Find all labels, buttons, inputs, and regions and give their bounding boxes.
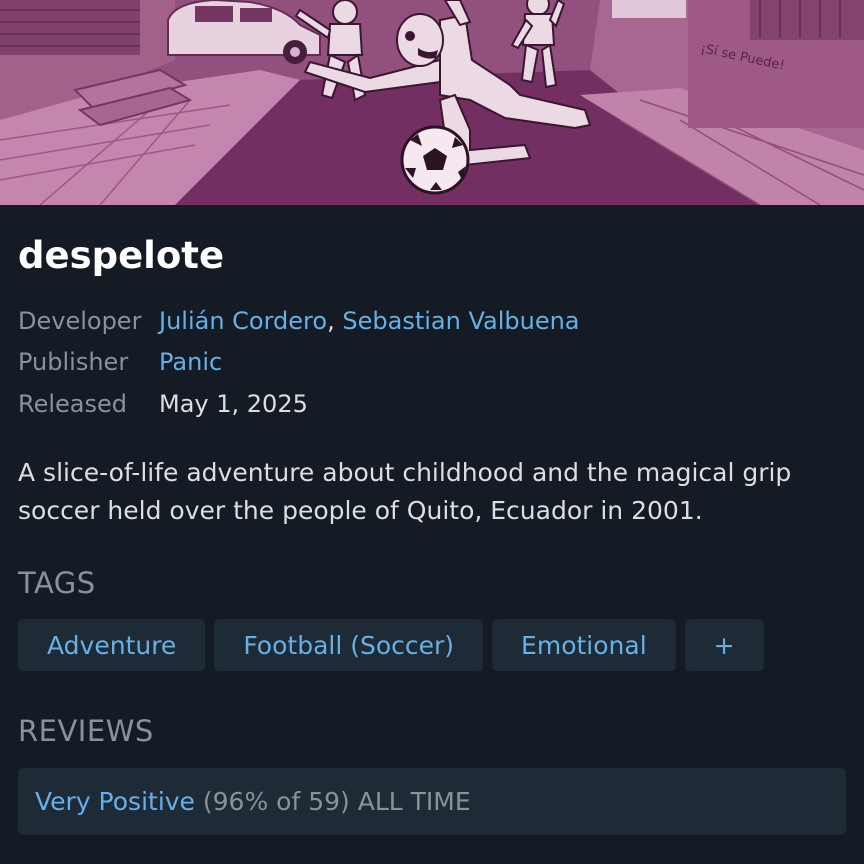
publisher-link[interactable]: Panic: [159, 348, 222, 376]
review-summary[interactable]: Very Positive (96% of 59) ALL TIME: [18, 768, 846, 835]
publisher-row: Publisher Panic: [18, 342, 580, 384]
developer-row: Developer Julián Cordero, Sebastian Valb…: [18, 300, 580, 342]
developer-separator: ,: [327, 306, 335, 335]
publisher-label: Publisher: [18, 348, 129, 377]
release-date: May 1, 2025: [159, 389, 308, 418]
game-detail-page: ¡Sí se Puede! despelote Developer Julián…: [0, 0, 864, 864]
tag-adventure[interactable]: Adventure: [18, 619, 206, 671]
tag-emotional[interactable]: Emotional: [492, 619, 676, 671]
developer-label: Developer: [18, 306, 142, 335]
review-detail: (96% of 59) ALL TIME: [202, 787, 471, 816]
review-rating: Very Positive: [35, 787, 195, 816]
release-row: Released May 1, 2025: [18, 383, 580, 425]
game-details: Developer Julián Cordero, Sebastian Valb…: [18, 300, 580, 425]
more-tags-button[interactable]: +: [684, 619, 764, 671]
developer-value: Julián Cordero, Sebastian Valbuena: [159, 307, 580, 335]
tag-list: Adventure Football (Soccer) Emotional +: [18, 619, 764, 671]
hero-banner-image: ¡Sí se Puede!: [0, 0, 864, 205]
game-title: despelote: [18, 234, 225, 277]
tag-football-soccer[interactable]: Football (Soccer): [214, 619, 484, 671]
developer-link-cordero[interactable]: Julián Cordero: [159, 307, 327, 335]
developer-link-valbuena[interactable]: Sebastian Valbuena: [342, 307, 579, 335]
game-description: A slice-of-life adventure about childhoo…: [18, 458, 792, 525]
tags-heading: TAGS: [18, 566, 96, 600]
released-label: Released: [18, 389, 128, 418]
reviews-heading: REVIEWS: [18, 714, 154, 748]
